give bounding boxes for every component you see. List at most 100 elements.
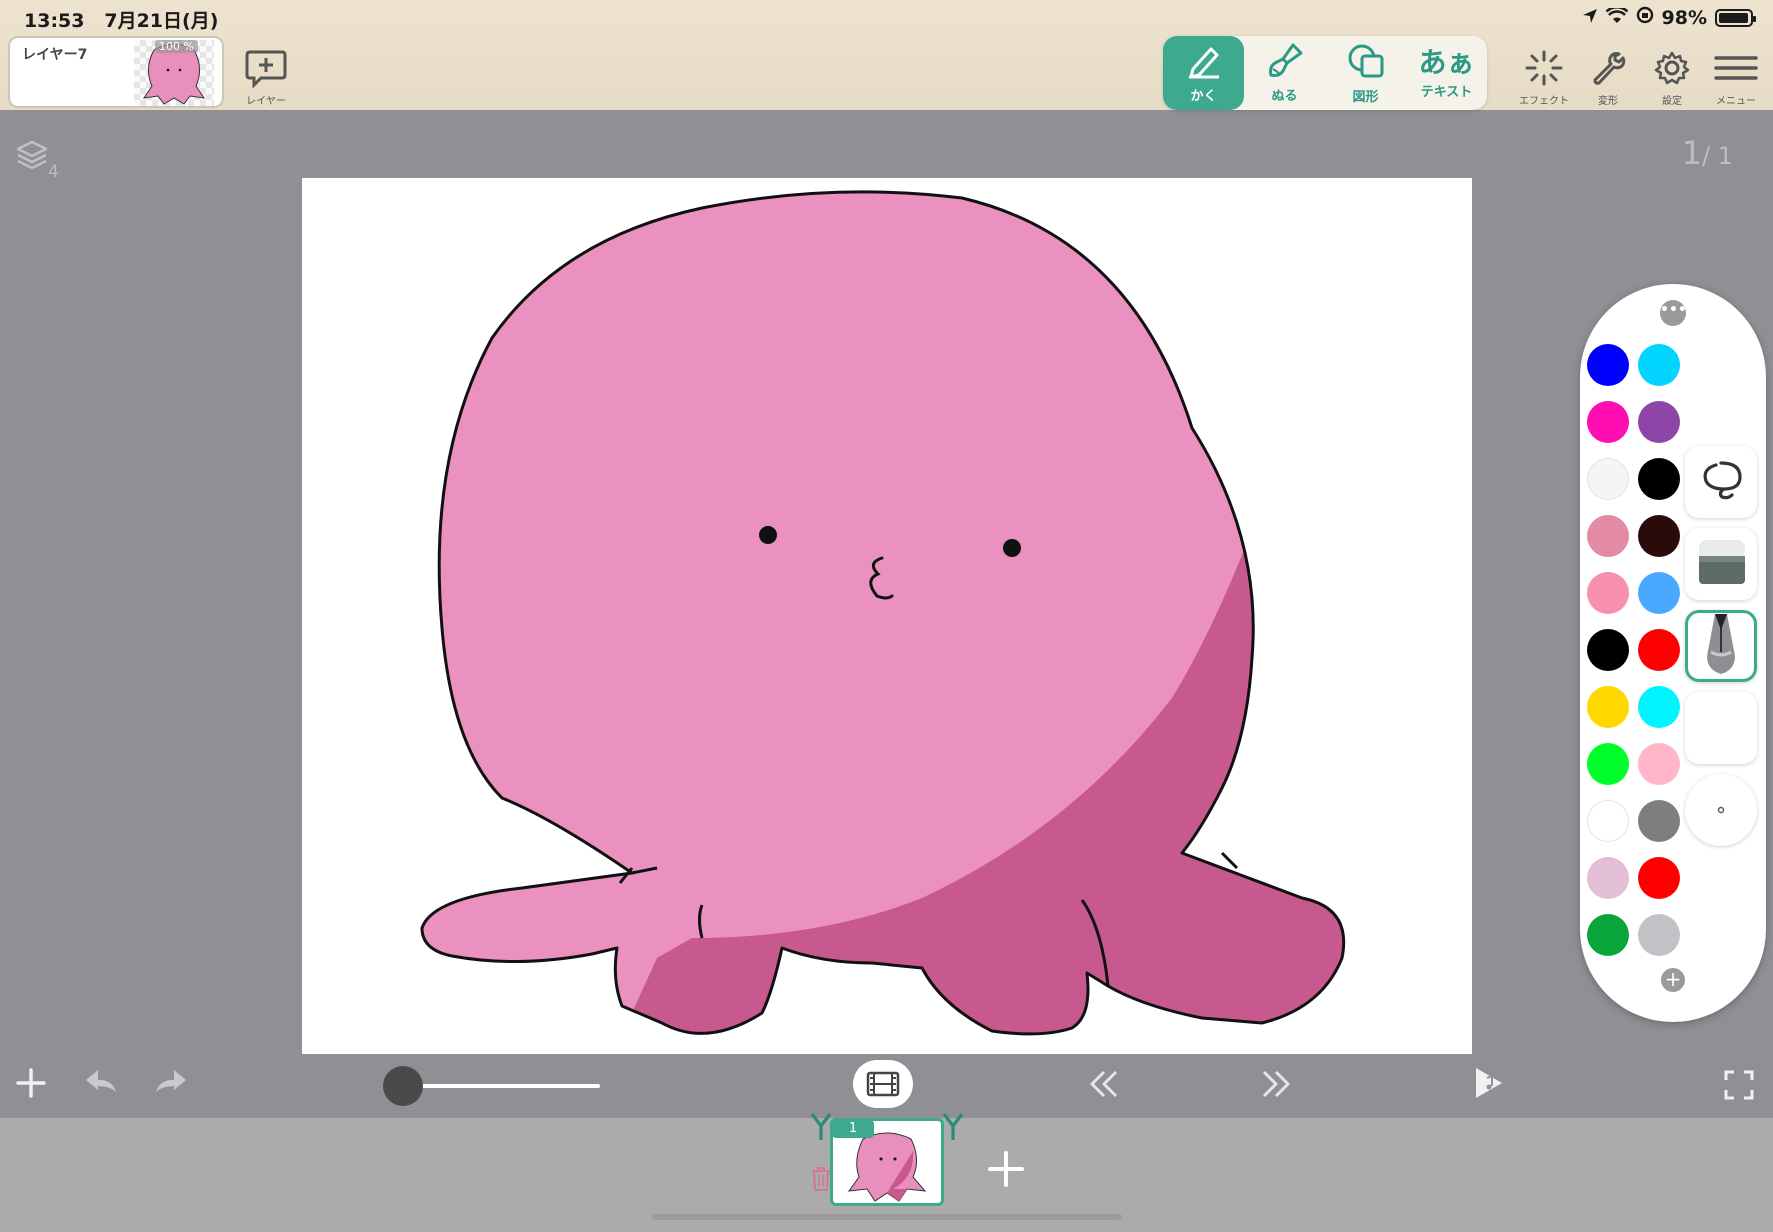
- effects-button[interactable]: エフェクト: [1515, 50, 1573, 107]
- battery-level: [1719, 12, 1749, 23]
- delete-frame-button[interactable]: [810, 1166, 832, 1196]
- brush-size-button[interactable]: [1685, 774, 1757, 846]
- redo-icon: [156, 1070, 186, 1092]
- film-icon: [866, 1071, 900, 1097]
- home-indicator: [652, 1214, 1122, 1220]
- plus-icon: [988, 1151, 1024, 1187]
- brush-size-icon: [1715, 801, 1727, 820]
- color-swatch-10[interactable]: [1638, 572, 1680, 614]
- layers-button[interactable]: [16, 140, 48, 174]
- color-swatch-13[interactable]: [1587, 686, 1629, 728]
- layer-name: レイヤー7: [22, 47, 88, 63]
- lasso-icon: [1696, 457, 1746, 507]
- add-frame-button[interactable]: [986, 1146, 1026, 1198]
- color-swatch-1[interactable]: [1587, 344, 1629, 386]
- palette-more-button[interactable]: •••: [1660, 300, 1687, 326]
- color-swatch-17[interactable]: [1587, 800, 1629, 842]
- current-layer-card[interactable]: レイヤー7 100 %: [8, 36, 224, 108]
- battery-icon: [1715, 8, 1756, 27]
- effects-label: エフェクト: [1519, 96, 1569, 107]
- color-swatch-22[interactable]: [1638, 914, 1680, 956]
- color-swatch-15[interactable]: [1587, 743, 1629, 785]
- color-palette: ••• +: [1580, 284, 1766, 1022]
- octopus-left-eye: [759, 526, 777, 544]
- top-toolbar: 13:53 7月21日(月) 98% レイヤー7 100 % レイヤー かく ぬ…: [0, 0, 1773, 110]
- settings-label: 設定: [1662, 96, 1682, 107]
- location-icon: [1582, 7, 1598, 29]
- menu-button[interactable]: メニュー: [1707, 50, 1765, 107]
- transform-button[interactable]: 変形: [1579, 50, 1637, 107]
- shape-icon: [1346, 42, 1386, 84]
- pen-tool[interactable]: [1685, 610, 1757, 682]
- color-swatch-19[interactable]: [1587, 857, 1629, 899]
- color-swatch-16[interactable]: [1638, 743, 1680, 785]
- tool-draw-label: かく: [1190, 88, 1217, 104]
- lasso-tool[interactable]: [1685, 446, 1757, 518]
- play-button[interactable]: [1472, 1064, 1506, 1108]
- color-swatch-12[interactable]: [1638, 629, 1680, 671]
- film-button[interactable]: [853, 1060, 913, 1108]
- add-color-button[interactable]: +: [1661, 968, 1685, 992]
- trash-icon: [812, 1167, 830, 1191]
- color-swatch-9[interactable]: [1587, 572, 1629, 614]
- swatch-grid: [1587, 344, 1680, 956]
- page-total: / 1: [1702, 142, 1733, 170]
- octopus-drawing: [420, 190, 1346, 1036]
- layers-count: 4: [48, 162, 59, 182]
- layers-icon: [16, 140, 48, 174]
- undo-icon: [86, 1070, 116, 1092]
- add-layer-button[interactable]: レイヤー: [240, 48, 292, 107]
- tool-shape[interactable]: 図形: [1325, 36, 1406, 110]
- page-counter: 1/ 1: [1682, 134, 1733, 172]
- battery-percent: 98%: [1661, 6, 1707, 29]
- next-frame-button[interactable]: [1260, 1064, 1294, 1108]
- tool-text[interactable]: あぁ テキスト: [1406, 36, 1487, 110]
- color-swatch-14[interactable]: [1638, 686, 1680, 728]
- menu-label: メニュー: [1716, 96, 1756, 107]
- color-swatch-20[interactable]: [1638, 857, 1680, 899]
- add-button[interactable]: [14, 1064, 48, 1108]
- settings-button[interactable]: 設定: [1643, 50, 1701, 107]
- undo-button[interactable]: [82, 1064, 122, 1108]
- add-layer-icon: [245, 50, 287, 92]
- octopus-right-eye: [1003, 539, 1021, 557]
- gear-icon: [1653, 50, 1691, 90]
- wifi-icon: [1605, 5, 1628, 29]
- add-layer-label: レイヤー: [246, 96, 286, 107]
- fullscreen-button[interactable]: [1724, 1064, 1754, 1108]
- color-swatch-7[interactable]: [1587, 515, 1629, 557]
- brush-column: [1685, 446, 1757, 846]
- page-current: 1: [1681, 134, 1703, 172]
- drawing-canvas[interactable]: [302, 178, 1472, 1054]
- tool-draw[interactable]: かく: [1163, 36, 1244, 110]
- status-date: 7月21日(月): [104, 10, 219, 32]
- eraser-icon: [1691, 534, 1751, 594]
- layer-opacity: 100 %: [155, 40, 198, 53]
- frame-end-handle[interactable]: [942, 1112, 964, 1149]
- tool-fill[interactable]: ぬる: [1244, 36, 1325, 110]
- color-swatch-6[interactable]: [1638, 458, 1680, 500]
- previous-frame-button[interactable]: [1086, 1064, 1120, 1108]
- screen-lock-icon: [1636, 6, 1654, 29]
- color-swatch-11[interactable]: [1587, 629, 1629, 671]
- color-preview[interactable]: [1685, 692, 1757, 764]
- status-time: 13:53 7月21日(月): [24, 6, 218, 33]
- color-swatch-5[interactable]: [1587, 458, 1629, 500]
- color-swatch-2[interactable]: [1638, 344, 1680, 386]
- bottom-toolbar: [0, 1054, 1773, 1118]
- pencil-icon: [1185, 43, 1223, 83]
- color-swatch-4[interactable]: [1638, 401, 1680, 443]
- plus-icon: [16, 1068, 46, 1098]
- redo-button[interactable]: [150, 1064, 190, 1108]
- zoom-slider-track[interactable]: [402, 1084, 600, 1088]
- zoom-slider-knob[interactable]: [383, 1066, 423, 1106]
- eraser-tool[interactable]: [1685, 528, 1757, 600]
- color-swatch-8[interactable]: [1638, 515, 1680, 557]
- color-swatch-18[interactable]: [1638, 800, 1680, 842]
- color-swatch-21[interactable]: [1587, 914, 1629, 956]
- fullscreen-icon: [1724, 1070, 1754, 1100]
- previous-frame-icon: [1090, 1070, 1118, 1098]
- frame-start-handle[interactable]: [810, 1112, 832, 1149]
- color-preview-icon: [1693, 700, 1749, 756]
- color-swatch-3[interactable]: [1587, 401, 1629, 443]
